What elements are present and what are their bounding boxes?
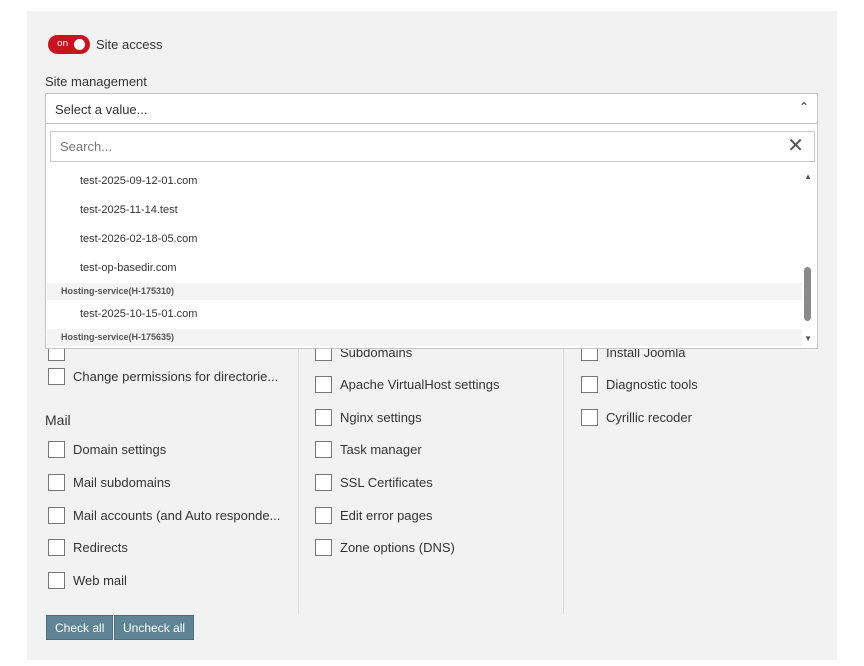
checkbox[interactable] — [315, 474, 332, 491]
site-management-select[interactable]: Select a value... ⌃ — [45, 93, 818, 124]
checkbox-label: Redirects — [73, 540, 128, 555]
select-placeholder: Select a value... — [55, 102, 148, 117]
checkbox-row[interactable]: Mail accounts (and Auto responde... — [48, 506, 280, 525]
checkbox[interactable] — [315, 507, 332, 524]
checkbox-label: Cyrillic recoder — [606, 410, 692, 425]
checkbox[interactable] — [315, 539, 332, 556]
checkbox-row[interactable]: Redirects — [48, 538, 128, 557]
site-management-dropdown: ✕ test-2025-09-12-01.com test-2025-11-14… — [45, 124, 818, 349]
checkbox-label: Zone options (DNS) — [340, 540, 455, 555]
scrollbar-thumb[interactable] — [804, 267, 811, 321]
column-divider — [298, 340, 299, 614]
checkbox-label: Nginx settings — [340, 410, 422, 425]
checkbox-row[interactable]: Mail subdomains — [48, 473, 171, 492]
checkbox-row[interactable]: Apache VirtualHost settings — [315, 375, 499, 394]
site-access-toggle[interactable]: on — [48, 35, 90, 54]
toggle-state-text: on — [57, 39, 69, 49]
dropdown-option[interactable]: test-op-basedir.com — [47, 254, 802, 283]
checkbox-row[interactable]: Domain settings — [48, 440, 166, 459]
checkbox-row[interactable]: Zone options (DNS) — [315, 538, 455, 557]
checkbox-label: Change permissions for directorie... — [73, 369, 279, 384]
site-access-row: on Site access — [48, 35, 162, 54]
checkbox-label: Apache VirtualHost settings — [340, 377, 500, 392]
dropdown-group-header: Hosting-service(H-175635) — [47, 329, 802, 346]
checkbox[interactable] — [315, 376, 332, 393]
checkbox-row[interactable]: Change permissions for directorie... — [48, 367, 278, 386]
checkbox-label: Edit error pages — [340, 508, 433, 523]
close-icon[interactable]: ✕ — [787, 135, 804, 157]
checkbox-label: Diagnostic tools — [606, 377, 698, 392]
dropdown-option[interactable]: test-2025-11-14.test — [47, 196, 802, 225]
checkbox-label: Web mail — [73, 573, 127, 588]
check-all-button[interactable]: Check all — [46, 615, 114, 640]
checkbox-row[interactable]: Edit error pages — [315, 506, 433, 525]
dropdown-search: ✕ — [50, 131, 815, 162]
dropdown-option[interactable]: test-2025-10-15-01.com — [47, 300, 802, 329]
checkbox-row[interactable]: SSL Certificates — [315, 473, 433, 492]
mail-section-title: Mail — [45, 412, 71, 428]
checkbox-row[interactable]: Web mail — [48, 571, 127, 590]
checkbox-label: Mail subdomains — [73, 475, 171, 490]
dropdown-group-header: Hosting-service(H-175310) — [47, 283, 802, 300]
checkbox[interactable] — [315, 409, 332, 426]
uncheck-all-button[interactable]: Uncheck all — [114, 615, 195, 640]
checkbox[interactable] — [48, 441, 65, 458]
column-divider — [563, 340, 564, 614]
toggle-knob — [74, 39, 85, 50]
checkbox[interactable] — [581, 409, 598, 426]
scroll-down-arrow-icon[interactable]: ▼ — [804, 334, 812, 343]
dropdown-option[interactable]: test-2026-02-18-05.com — [47, 225, 802, 254]
checkbox-label: Mail accounts (and Auto responde... — [73, 508, 281, 523]
checkbox[interactable] — [581, 376, 598, 393]
checkbox-row[interactable]: Diagnostic tools — [581, 375, 698, 394]
checkbox-label: Domain settings — [73, 442, 167, 457]
checkbox[interactable] — [48, 572, 65, 589]
checkbox-row[interactable]: Cyrillic recoder — [581, 408, 692, 427]
chevron-up-icon[interactable]: ⌃ — [799, 100, 809, 114]
dropdown-options-list: test-2025-09-12-01.com test-2025-11-14.t… — [47, 167, 802, 347]
checkbox[interactable] — [48, 368, 65, 385]
checkbox[interactable] — [48, 539, 65, 556]
site-access-label: Site access — [96, 37, 163, 52]
checkbox-label: Task manager — [340, 442, 422, 457]
checkbox[interactable] — [48, 474, 65, 491]
scroll-up-arrow-icon[interactable]: ▲ — [804, 172, 812, 181]
checkbox[interactable] — [315, 441, 332, 458]
checkbox-row[interactable]: Nginx settings — [315, 408, 422, 427]
checkbox-row[interactable]: Task manager — [315, 440, 422, 459]
checkbox[interactable] — [48, 507, 65, 524]
search-input[interactable] — [60, 139, 760, 154]
checkbox-label: SSL Certificates — [340, 475, 433, 490]
site-management-label: Site management — [45, 74, 147, 89]
dropdown-option[interactable]: test-2025-09-12-01.com — [47, 167, 802, 196]
